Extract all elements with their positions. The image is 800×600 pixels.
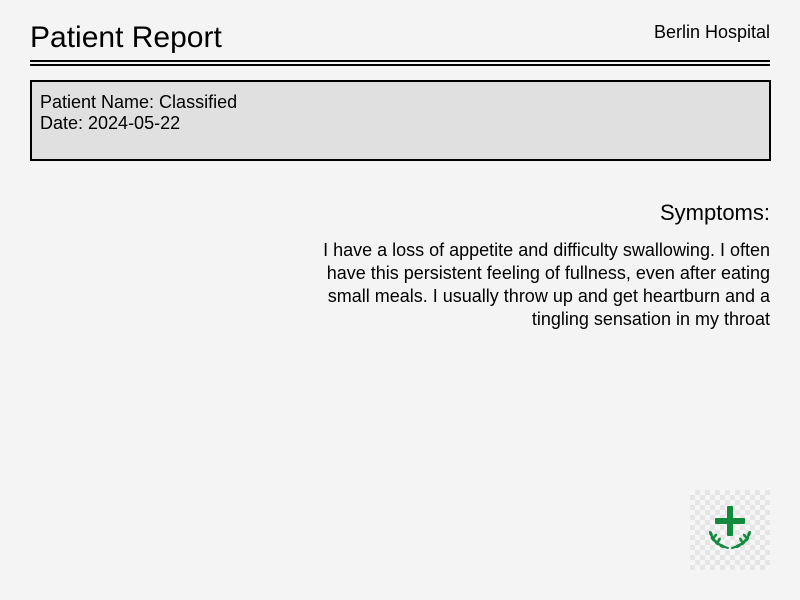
header-divider-top [30, 60, 770, 62]
symptoms-text: I have a loss of appetite and difficulty… [323, 240, 770, 329]
hospital-name: Berlin Hospital [653, 22, 770, 42]
symptoms-heading: Symptoms: [659, 200, 770, 225]
report-date: Date: 2024-05-22 [40, 113, 181, 133]
page-title: Patient Report [30, 21, 222, 54]
header-divider-bottom [30, 64, 770, 66]
patient-info-box: Patient Name: Classified Date: 2024-05-2… [30, 80, 771, 161]
report-header: Patient Report Berlin Hospital [30, 18, 770, 66]
patient-name: Patient Name: Classified [40, 92, 238, 112]
hospital-logo [690, 490, 770, 570]
medical-cross-laurel-icon [709, 506, 751, 549]
